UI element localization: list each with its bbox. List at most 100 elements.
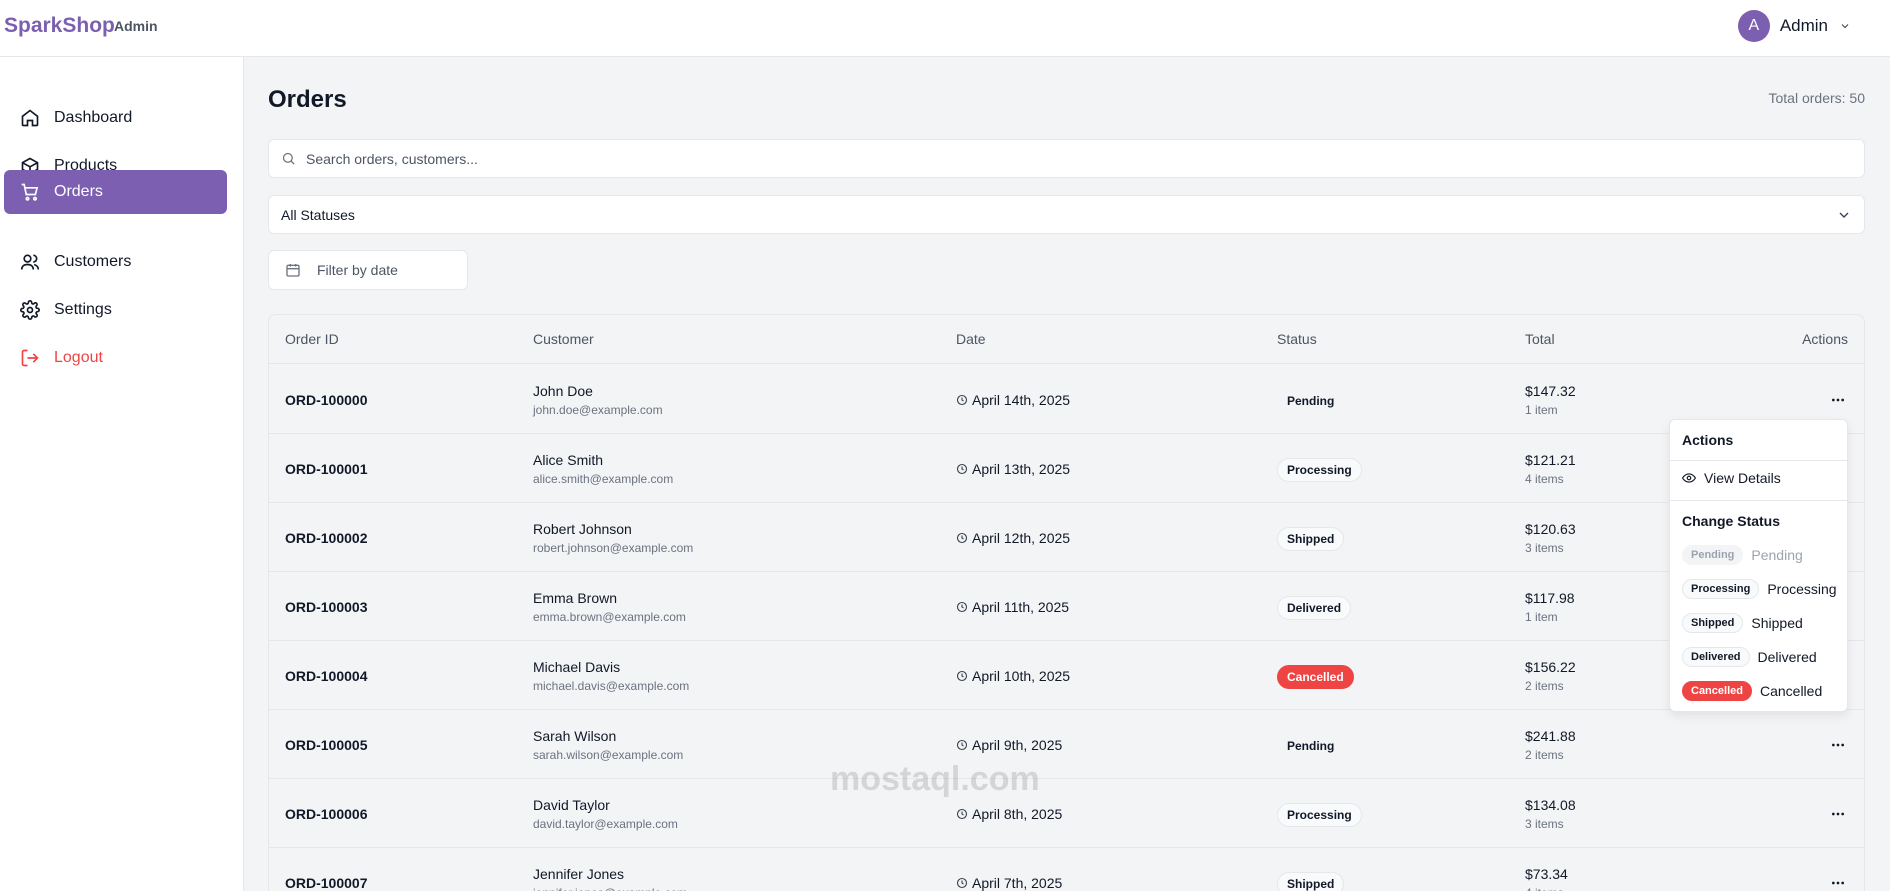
clock-icon [956, 808, 968, 820]
sidebar-item-logout[interactable]: Logout [4, 336, 227, 379]
status-badge: Shipped [1277, 872, 1345, 891]
sidebar-item-label: Customers [54, 252, 132, 270]
customer-name: Michael Davis [533, 659, 621, 675]
gear-icon [20, 299, 40, 320]
search-icon [282, 152, 295, 165]
view-details-menu-item[interactable]: View Details [1682, 462, 1837, 494]
table-header: Order ID Customer Date Status Total Acti… [269, 315, 1864, 364]
order-date-text: April 9th, 2025 [972, 737, 1063, 753]
order-date: April 7th, 2025 [956, 875, 1062, 891]
table-row[interactable]: ORD-100007 Jennifer Jones jennifer.jones… [269, 848, 1864, 891]
order-id: ORD-100007 [285, 875, 368, 891]
more-actions-button[interactable] [1828, 390, 1848, 410]
table-row[interactable]: ORD-100006 David Taylor david.taylor@exa… [269, 779, 1864, 848]
status-option-label: Processing [1767, 581, 1837, 597]
customer-cell: Jennifer Jones jennifer.jones@example.co… [533, 866, 687, 891]
order-date: April 12th, 2025 [956, 530, 1070, 546]
customer-email: michael.davis@example.com [533, 679, 690, 693]
more-actions-button[interactable] [1828, 873, 1848, 891]
top-header: SparkShop Admin A Admin [0, 0, 1890, 57]
sidebar-item-orders[interactable]: Orders [4, 170, 227, 214]
table-row[interactable]: ORD-100000 John Doe john.doe@example.com… [269, 365, 1864, 434]
order-item-count: 4 items [1525, 886, 1568, 891]
status-option-cancelled[interactable]: Cancelled Cancelled [1682, 678, 1840, 704]
status-badge: Pending [1277, 734, 1345, 758]
chevron-down-icon [1839, 212, 1849, 218]
column-header-total[interactable]: Total [1525, 331, 1555, 347]
table-row[interactable]: ORD-100003 Emma Brown emma.brown@example… [269, 572, 1864, 641]
customer-cell: Michael Davis michael.davis@example.com [533, 659, 689, 693]
customer-email: john.doe@example.com [533, 403, 663, 417]
order-id: ORD-100001 [285, 461, 368, 477]
search-input[interactable] [306, 150, 1806, 167]
order-id: ORD-100006 [285, 806, 368, 822]
cart-icon [21, 183, 39, 201]
status-cell: Pending [1277, 389, 1345, 413]
watermark-text: mostaql.com [830, 760, 1040, 798]
status-option-delivered[interactable]: Delivered Delivered [1682, 644, 1840, 670]
orders-table: Order ID Customer Date Status Total Acti… [268, 314, 1865, 891]
status-badge: Processing [1682, 579, 1760, 599]
user-name[interactable]: Admin [1780, 16, 1828, 36]
status-badge: Cancelled [1277, 665, 1354, 689]
order-id: ORD-100003 [285, 599, 368, 615]
customer-name: Emma Brown [533, 590, 618, 606]
user-menu[interactable]: A Admin [1737, 9, 1852, 43]
sidebar-item-dashboard[interactable]: Dashboard [4, 96, 227, 139]
clock-icon [956, 877, 968, 889]
sidebar-item-settings[interactable]: Settings [4, 288, 227, 331]
status-badge: Pending [1682, 545, 1744, 565]
status-option-processing[interactable]: Processing Processing [1682, 576, 1840, 602]
customer-email: jennifer.jones@example.com [533, 886, 687, 891]
status-cell: Shipped [1277, 872, 1345, 891]
status-cell: Cancelled [1277, 665, 1354, 689]
date-filter-button[interactable]: Filter by date [268, 250, 468, 290]
status-option-shipped[interactable]: Shipped Shipped [1682, 610, 1840, 636]
status-option-label: Shipped [1751, 615, 1803, 631]
search-bar[interactable] [268, 139, 1865, 178]
more-actions-button[interactable] [1828, 804, 1848, 824]
clock-icon [956, 670, 968, 682]
sidebar-item-customers[interactable]: Customers [4, 240, 227, 283]
sidebar-item-label: Logout [54, 348, 103, 366]
status-badge: Processing [1277, 458, 1362, 482]
order-item-count: 1 item [1525, 610, 1558, 624]
table-row[interactable]: ORD-100002 Robert Johnson robert.johnson… [269, 503, 1864, 572]
status-option-label: Pending [1751, 547, 1803, 563]
total-cell: $241.88 2 items [1525, 728, 1576, 762]
status-filter-select[interactable]: All Statuses [268, 195, 1865, 234]
customer-cell: Robert Johnson robert.johnson@example.co… [533, 521, 693, 555]
calendar-icon [286, 264, 300, 277]
avatar[interactable]: A [1737, 10, 1770, 42]
order-date-text: April 12th, 2025 [972, 530, 1071, 546]
more-actions-button[interactable] [1828, 735, 1848, 755]
order-date-text: April 14th, 2025 [972, 392, 1071, 408]
table-row[interactable]: ORD-100004 Michael Davis michael.davis@e… [269, 641, 1864, 710]
column-header-date[interactable]: Date [956, 331, 986, 347]
sidebar: Dashboard Products Orders Customers Sett… [0, 57, 244, 891]
total-cell: $120.63 3 items [1525, 521, 1576, 555]
customer-email: david.taylor@example.com [533, 817, 678, 831]
logout-icon [21, 349, 39, 366]
order-date-text: April 13th, 2025 [972, 461, 1071, 477]
menu-divider [1670, 500, 1847, 501]
total-orders-count: Total orders: 50 [1768, 90, 1866, 106]
chevron-down-icon[interactable] [1838, 19, 1852, 33]
table-row[interactable]: ORD-100001 Alice Smith alice.smith@examp… [269, 434, 1864, 503]
total-cell: $121.21 4 items [1525, 452, 1576, 486]
table-row[interactable]: ORD-100005 Sarah Wilson sarah.wilson@exa… [269, 710, 1864, 779]
column-header-customer[interactable]: Customer [533, 331, 594, 347]
column-header-status[interactable]: Status [1277, 331, 1317, 347]
customer-name: John Doe [533, 383, 593, 399]
order-total: $241.88 [1525, 728, 1576, 744]
status-cell: Pending [1277, 734, 1345, 758]
customer-name: Jennifer Jones [533, 866, 625, 882]
customer-name: Alice Smith [533, 452, 604, 468]
status-cell: Delivered [1277, 596, 1352, 620]
brand-logo[interactable]: SparkShop [4, 14, 115, 38]
status-cell: Processing [1277, 803, 1362, 827]
column-header-order-id[interactable]: Order ID [285, 331, 339, 347]
status-badge: Cancelled [1682, 681, 1752, 701]
status-option-pending: Pending Pending [1682, 542, 1840, 568]
page-title: Orders [268, 86, 347, 113]
